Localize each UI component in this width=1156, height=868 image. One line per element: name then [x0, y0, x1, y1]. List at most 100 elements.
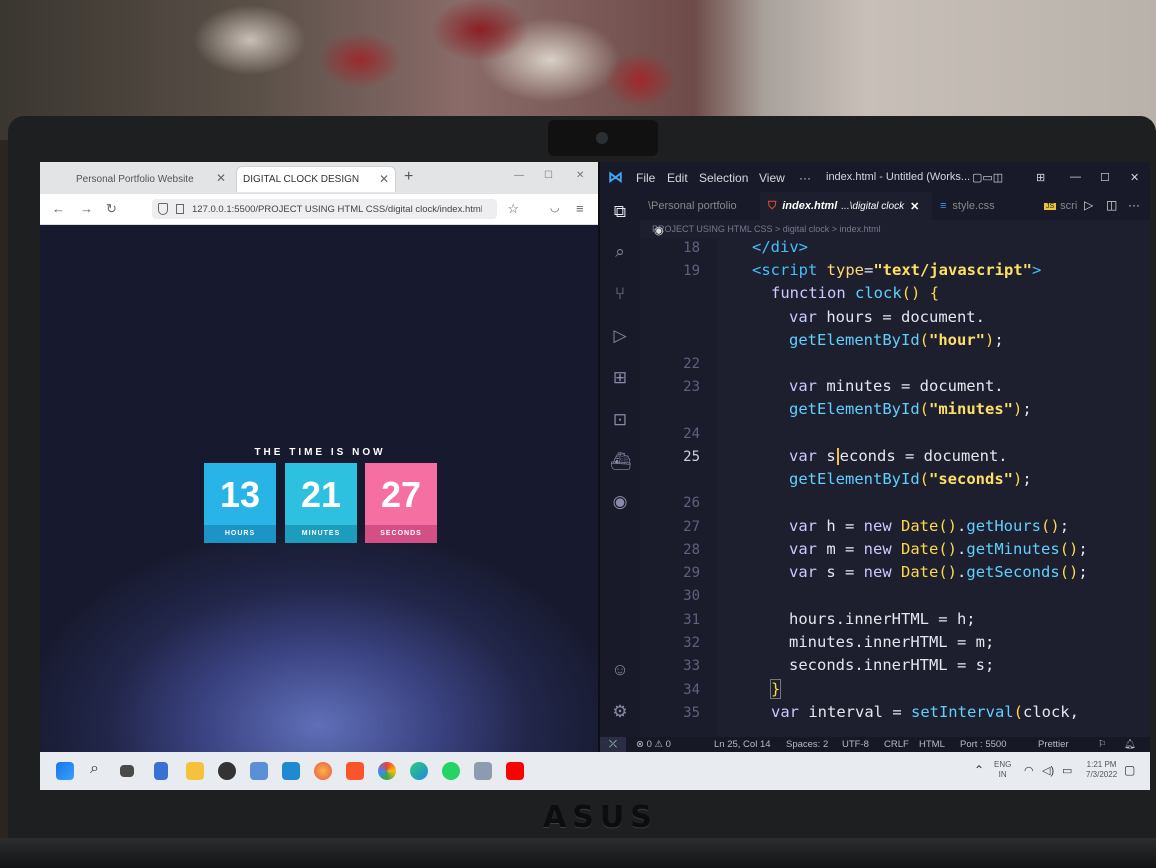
cursor-position[interactable]: Ln 25, Col 14 [714, 739, 771, 750]
search-icon[interactable]: ⌕ [610, 242, 630, 262]
tab-label: \Personal portfolio [648, 200, 737, 212]
editor-tab-index-html[interactable]: ⛉ index.html ...\digital clock ✕ [760, 192, 932, 220]
vscode-taskbar-icon[interactable] [282, 762, 300, 780]
minimize-icon[interactable]: — [1070, 171, 1081, 183]
notification-center-icon[interactable]: ▢ [1124, 763, 1135, 777]
customize-layout-icon[interactable]: ⊞ [1036, 171, 1045, 184]
extensions-icon[interactable]: ⊞ [610, 368, 630, 388]
feedback-icon[interactable]: ⚐ [1098, 739, 1107, 750]
prettier-status[interactable]: Prettier [1038, 739, 1069, 750]
explorer-icon[interactable]: ⧉ [610, 202, 630, 222]
run-debug-icon[interactable]: ▷ [610, 326, 630, 346]
settings-gear-icon[interactable]: ⚙ [610, 702, 630, 722]
account-icon[interactable]: ☺ [610, 660, 630, 680]
tab-suffix: ...\digital clock [841, 200, 905, 212]
remote-icon[interactable]: ⤫ [600, 737, 626, 752]
chrome-icon[interactable] [378, 762, 396, 780]
minimize-icon[interactable]: — [514, 170, 524, 181]
line-number: 30 [683, 588, 700, 604]
brave-icon[interactable] [346, 762, 364, 780]
camera-lens [596, 132, 608, 144]
line-number: 32 [683, 635, 700, 651]
browser-tab-clock[interactable]: DIGITAL CLOCK DESIGN ✕ [236, 166, 396, 192]
bookmark-star-icon[interactable]: ☆ [507, 201, 519, 217]
run-icon[interactable]: ▷ [1084, 198, 1093, 212]
code-line: var minutes = document. [789, 377, 1004, 395]
text-cursor [836, 448, 839, 465]
seconds-value: 27 [380, 474, 422, 515]
line-number: 28 [683, 542, 700, 558]
pocket-icon[interactable]: ◡ [550, 201, 560, 214]
code-line: var h = new Date().getHours(); [789, 517, 1070, 535]
close-icon[interactable]: ✕ [216, 171, 226, 185]
code-line: getElementById("minutes"); [789, 400, 1032, 418]
github-desktop-icon[interactable] [218, 762, 236, 780]
chevron-up-icon[interactable]: ⌃ [974, 763, 984, 777]
code-line: function clock() { [771, 284, 940, 302]
reload-icon[interactable]: ↻ [106, 201, 117, 217]
language-indicator[interactable]: ENG IN [994, 760, 1011, 780]
youtube-icon[interactable] [506, 762, 524, 780]
line-number: 22 [683, 356, 700, 372]
task-view-icon[interactable] [120, 765, 134, 777]
code-line: var hours = document. [789, 308, 985, 326]
firefox-icon[interactable] [314, 762, 332, 780]
battery-icon[interactable]: ▭ [1062, 764, 1072, 777]
start-icon[interactable] [56, 762, 74, 780]
remote-explorer-icon[interactable]: ⊡ [610, 410, 630, 430]
search-icon[interactable]: ⌕ [90, 760, 99, 778]
live-server-port[interactable]: Port : 5500 [960, 739, 1006, 750]
close-icon[interactable]: ✕ [910, 200, 919, 213]
menu-view[interactable]: View [759, 171, 785, 185]
code-line: </div> [752, 238, 808, 256]
line-ending[interactable]: CRLF [884, 739, 909, 750]
language-mode[interactable]: HTML [919, 739, 945, 750]
back-arrow-icon[interactable]: ← [52, 201, 65, 216]
close-icon[interactable]: ✕ [379, 172, 389, 186]
menu-file[interactable]: File [636, 171, 655, 185]
problems-indicator[interactable]: ⊗ 0 ⚠ 0 [636, 739, 671, 750]
mail-icon[interactable] [474, 762, 492, 780]
editor-tab-portfolio[interactable]: \Personal portfolio [640, 192, 760, 220]
file-explorer-icon[interactable] [186, 762, 204, 780]
wifi-icon[interactable]: ◠ [1024, 764, 1034, 777]
vscode-titlebar: ⋈ File Edit Selection View ··· index.htm… [600, 162, 1150, 192]
menu-selection[interactable]: Selection [699, 171, 748, 185]
forward-arrow-icon[interactable]: → [80, 201, 93, 216]
line-gutter: ◉ 18 19 22 23 24 25 26 27 28 29 30 31 32… [640, 225, 718, 737]
maximize-icon[interactable]: ☐ [1100, 171, 1110, 184]
indentation[interactable]: Spaces: 2 [786, 739, 828, 750]
address-bar[interactable]: 127.0.0.1:5500/PROJECT USING HTML CSS/di… [152, 199, 519, 219]
source-control-icon[interactable]: ⑂ [610, 284, 630, 304]
split-editor-icon[interactable]: ◫ [1106, 198, 1117, 212]
github-icon[interactable]: ◉ [610, 492, 630, 512]
menu-icon[interactable]: ≡ [576, 201, 584, 216]
more-actions-icon[interactable]: ··· [1128, 198, 1140, 212]
code-line: getElementById("seconds"); [789, 470, 1032, 488]
url-text: 127.0.0.1:5500/PROJECT USING HTML CSS/di… [192, 203, 482, 215]
editor-tab-style-css[interactable]: ≡ style.css [932, 192, 1028, 220]
line-number: 29 [683, 565, 700, 581]
new-tab-button[interactable]: + [404, 168, 413, 186]
laptop-base [0, 838, 1156, 868]
docker-icon[interactable]: ⛴ [610, 452, 632, 472]
photos-icon[interactable] [250, 762, 268, 780]
browser-tab-portfolio[interactable]: Personal Portfolio Website ✕ [40, 166, 232, 192]
close-window-icon[interactable]: ✕ [576, 170, 584, 181]
menu-more[interactable]: ··· [799, 171, 811, 185]
clock-tray[interactable]: 1:21 PM 7/3/2022 [1086, 760, 1117, 780]
maximize-icon[interactable]: ☐ [544, 170, 553, 181]
edge-icon[interactable] [410, 762, 428, 780]
close-window-icon[interactable]: ✕ [1130, 171, 1139, 184]
whatsapp-icon[interactable] [442, 762, 460, 780]
code-editor[interactable]: </div> <script type="text/javascript"> f… [718, 238, 1150, 737]
notifications-icon[interactable]: 🔔︎ [1124, 739, 1136, 750]
encoding[interactable]: UTF-8 [842, 739, 869, 750]
editor-tab-script[interactable]: JS scri [1036, 192, 1077, 220]
menu-edit[interactable]: Edit [667, 171, 688, 185]
hours-label: HOURS [204, 525, 276, 543]
volume-icon[interactable]: ◁) [1042, 764, 1054, 777]
layout-toggle-icon[interactable]: ▢▭◫ [972, 171, 1003, 184]
shield-icon [158, 203, 168, 215]
notepad-icon[interactable] [154, 762, 168, 780]
